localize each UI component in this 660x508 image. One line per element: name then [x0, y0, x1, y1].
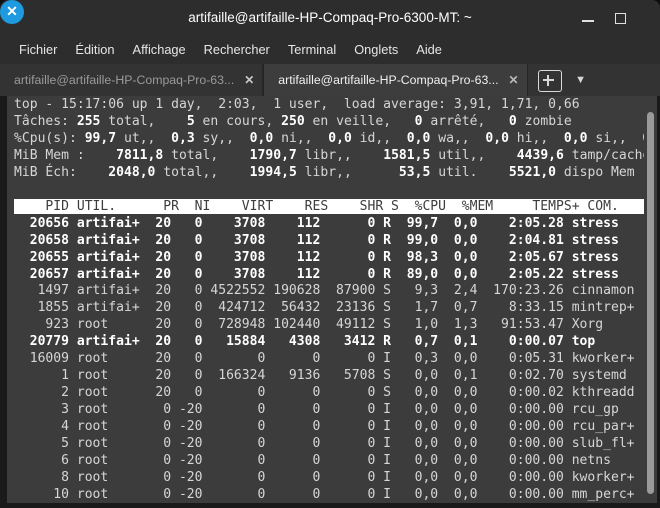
- plus-vertical-bar: [547, 74, 549, 86]
- terminal-text-area: top - 15:17:06 up 1 day, 2:03, 1 user, l…: [14, 96, 648, 503]
- window-title: artifaille@artifaille-HP-Compaq-Pro-6300…: [188, 10, 472, 25]
- menu-bar: Fichier Édition Affichage Rechercher Ter…: [0, 36, 660, 64]
- tab-2-label: artifaille@artifaille-HP-Compaq-Pro-63..…: [278, 73, 499, 87]
- menu-item-edition[interactable]: Édition: [66, 36, 123, 64]
- new-tab-icon[interactable]: [537, 70, 562, 92]
- tab-1[interactable]: artifaille@artifaille-HP-Compaq-Pro-63..…: [0, 64, 264, 96]
- close-icon: ✕: [6, 3, 18, 19]
- minimize-button[interactable]: [578, 8, 598, 28]
- menu-item-terminal[interactable]: Terminal: [279, 36, 345, 64]
- menu-item-rechercher[interactable]: Rechercher: [195, 36, 279, 64]
- tab-bar: artifaille@artifaille-HP-Compaq-Pro-63..…: [0, 64, 660, 96]
- menu-item-fichier[interactable]: Fichier: [10, 36, 66, 64]
- tab-1-label: artifaille@artifaille-HP-Compaq-Pro-63..…: [14, 73, 235, 87]
- close-button[interactable]: ✕: [0, 0, 24, 24]
- scrollbar-thumb[interactable]: [647, 112, 654, 494]
- terminal-content[interactable]: top - 15:17:06 up 1 day, 2:03, 1 user, l…: [0, 96, 660, 508]
- chevron-down-icon[interactable]: ▼: [572, 74, 590, 86]
- menu-item-aide[interactable]: Aide: [407, 36, 451, 64]
- menu-item-affichage[interactable]: Affichage: [124, 36, 195, 64]
- tab-2[interactable]: artifaille@artifaille-HP-Compaq-Pro-63..…: [263, 64, 528, 96]
- tab-1-close-icon[interactable]: ✕: [244, 73, 254, 87]
- title-bar[interactable]: artifaille@artifaille-HP-Compaq-Pro-6300…: [0, 0, 660, 36]
- terminal-scrollbar[interactable]: [644, 96, 657, 503]
- terminal-window: artifaille@artifaille-HP-Compaq-Pro-6300…: [0, 0, 660, 508]
- menu-item-onglets[interactable]: Onglets: [345, 36, 407, 64]
- maximize-icon: [615, 13, 626, 24]
- minimize-icon: [582, 20, 594, 22]
- tab-2-close-icon[interactable]: ✕: [509, 73, 519, 87]
- maximize-button[interactable]: [610, 8, 630, 28]
- top-output: top - 15:17:06 up 1 day, 2:03, 1 user, l…: [14, 96, 648, 503]
